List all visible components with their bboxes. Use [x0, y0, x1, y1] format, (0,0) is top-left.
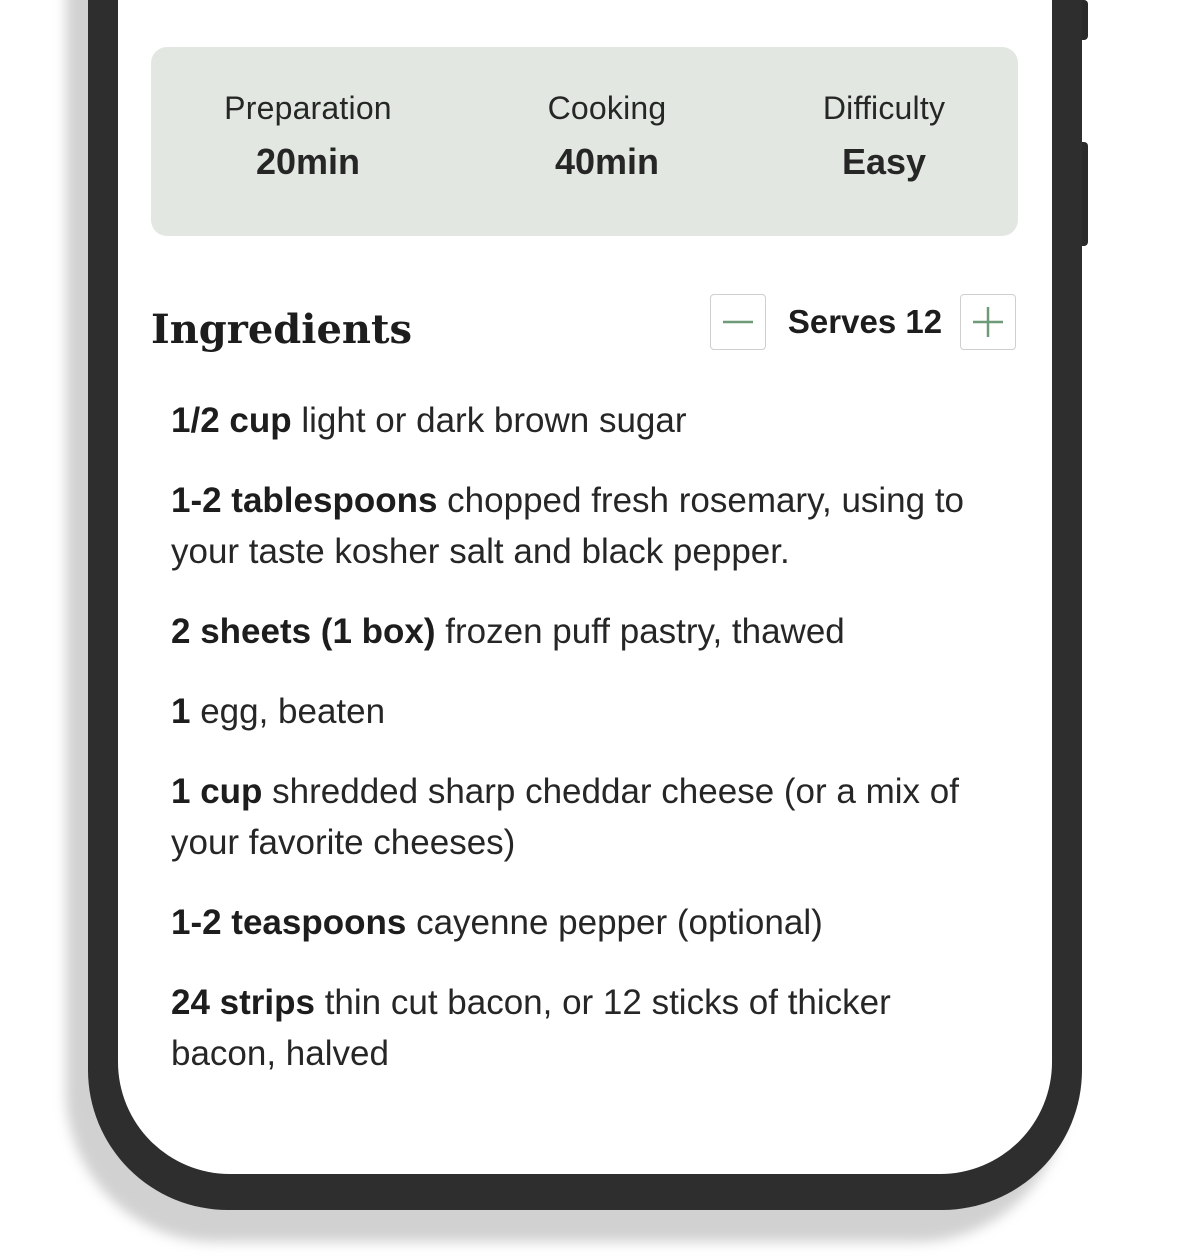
- ingredient-quantity: 1-2 tablespoons: [171, 481, 438, 520]
- preparation-info: Preparation 20min: [178, 89, 438, 182]
- minus-icon: [723, 320, 753, 324]
- ingredient-item: 1-2 tablespoons chopped fresh rosemary, …: [171, 475, 1001, 577]
- ingredient-text: egg, beaten: [190, 692, 386, 731]
- ingredient-item: 1/2 cup light or dark brown sugar: [171, 395, 1001, 446]
- decrease-servings-button[interactable]: [710, 294, 766, 350]
- ingredient-item: 1-2 teaspoons cayenne pepper (optional): [171, 897, 1001, 948]
- ingredient-quantity: 1-2 teaspoons: [171, 903, 407, 942]
- ingredient-quantity: 1/2 cup: [171, 401, 292, 440]
- ingredient-quantity: 1 cup: [171, 772, 263, 811]
- preparation-label: Preparation: [224, 90, 392, 126]
- stage: Preparation 20min Cooking 40min Difficul…: [0, 0, 1200, 1260]
- cooking-value: 40min: [554, 141, 660, 182]
- serves-stepper: Serves 12: [710, 294, 1018, 352]
- difficulty-info: Difficulty Easy: [754, 89, 1014, 182]
- serves-count-label: Serves 12: [787, 303, 943, 340]
- ingredient-text: shredded sharp cheddar cheese (or a mix …: [171, 772, 959, 862]
- ingredient-quantity: 24 strips: [171, 983, 315, 1022]
- plus-icon: [973, 307, 1003, 337]
- phone-screen: Preparation 20min Cooking 40min Difficul…: [118, 0, 1052, 1174]
- increase-servings-button[interactable]: [960, 294, 1016, 350]
- ingredient-text: frozen puff pastry, thawed: [435, 612, 845, 651]
- ingredient-text: light or dark brown sugar: [291, 401, 687, 440]
- cooking-info: Cooking 40min: [477, 89, 737, 182]
- recipe-info-card: Preparation 20min Cooking 40min Difficul…: [151, 47, 1018, 236]
- ingredient-quantity: 2 sheets (1 box): [171, 612, 436, 651]
- difficulty-label: Difficulty: [822, 90, 946, 126]
- ingredient-item: 24 strips thin cut bacon, or 12 sticks o…: [171, 977, 1001, 1079]
- ingredient-quantity: 1: [171, 692, 191, 731]
- difficulty-value: Easy: [841, 141, 927, 182]
- cooking-label: Cooking: [547, 90, 667, 126]
- ingredient-item: 1 cup shredded sharp cheddar cheese (or …: [171, 766, 1001, 868]
- ingredient-text: cayenne pepper (optional): [406, 903, 823, 942]
- preparation-value: 20min: [255, 141, 361, 182]
- ingredient-item: 1 egg, beaten: [171, 686, 1001, 737]
- ingredients-list: 1/2 cup light or dark brown sugar 1-2 ta…: [171, 395, 1001, 1108]
- ingredient-item: 2 sheets (1 box) frozen puff pastry, tha…: [171, 606, 1001, 657]
- ingredients-heading: Ingredients: [151, 306, 412, 353]
